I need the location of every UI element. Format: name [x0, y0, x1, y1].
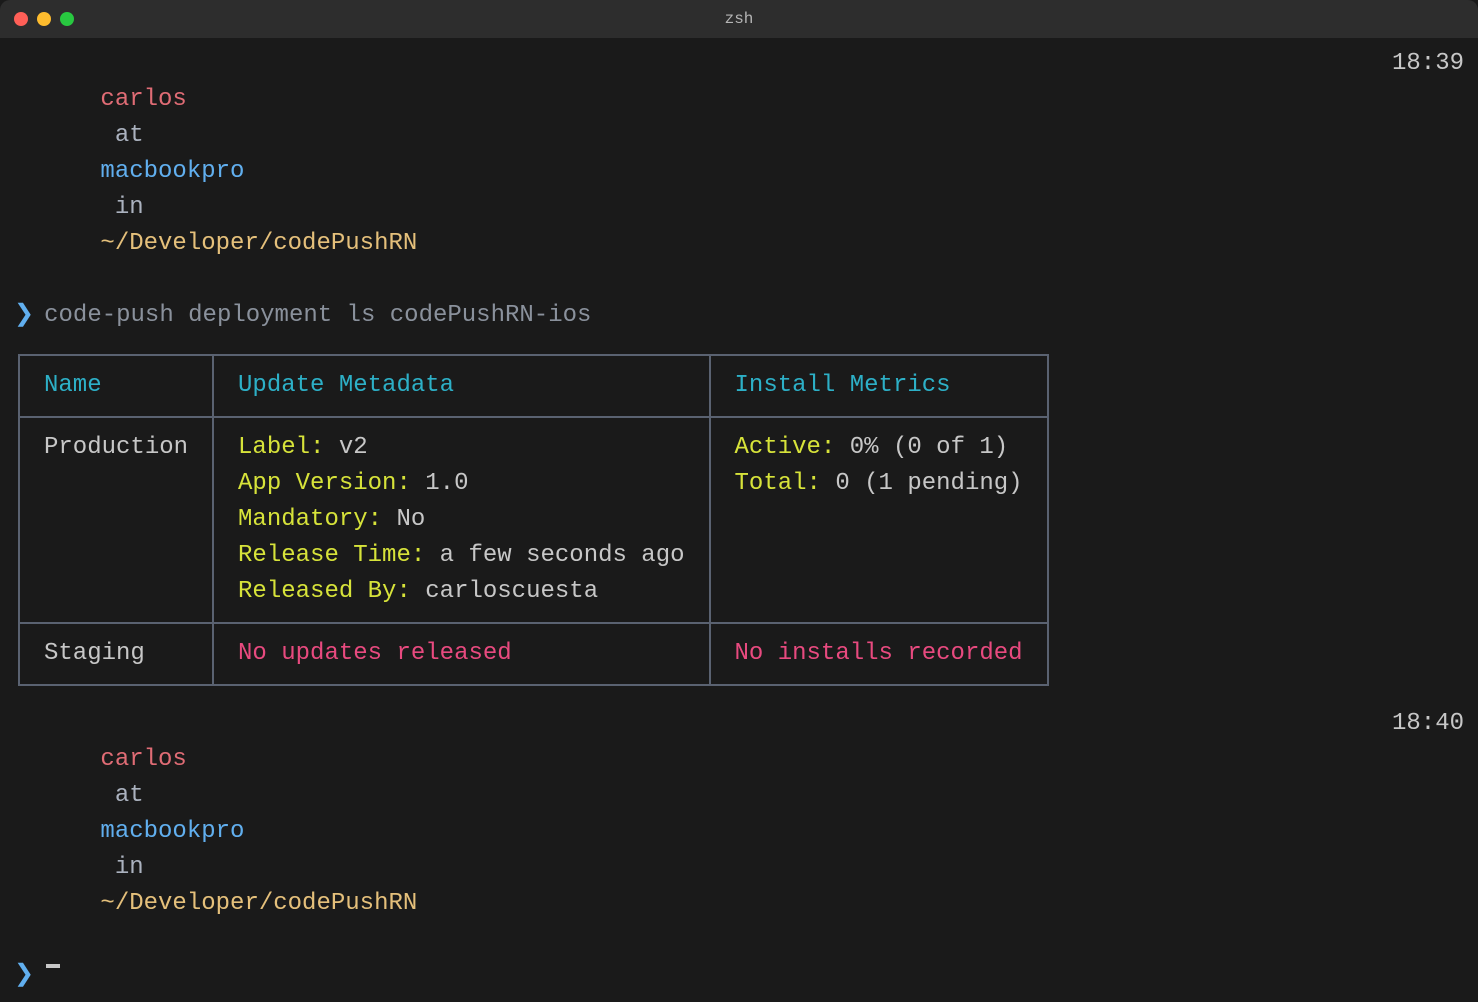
cell-name: Production [19, 417, 213, 623]
prompt-at: at [115, 782, 144, 809]
cell-name: Staging [19, 623, 213, 685]
prompt-path: ~/Developer/codePushRN [100, 890, 417, 917]
prompt-in: in [115, 854, 144, 881]
traffic-lights [14, 12, 74, 26]
prompt-host: macbookpro [100, 818, 244, 845]
prompt-host: macbookpro [100, 158, 244, 185]
prompt-line: carlos at macbookpro in ~/Developer/code… [14, 706, 1464, 958]
terminal-content[interactable]: carlos at macbookpro in ~/Developer/code… [0, 38, 1478, 1002]
prompt-user: carlos [100, 86, 186, 113]
metric-key: Active: [735, 434, 836, 461]
prompt-in: in [115, 194, 144, 221]
prompt-user: carlos [100, 746, 186, 773]
col-update-metadata: Update Metadata [213, 355, 709, 417]
command-text: code-push deployment ls codePushRN-ios [44, 298, 591, 334]
prompt-at: at [115, 122, 144, 149]
install-empty: No installs recorded [735, 640, 1023, 667]
window-titlebar: zsh [0, 0, 1478, 38]
metric-val: 0 (1 pending) [821, 470, 1023, 497]
minimize-icon[interactable] [37, 12, 51, 26]
meta-key: Release Time: [238, 542, 425, 569]
table-row: Staging No updates released No installs … [19, 623, 1048, 685]
metric-val: 0% (0 of 1) [835, 434, 1008, 461]
cursor-icon [46, 964, 60, 968]
table-row: Production Label: v2 App Version: 1.0 Ma… [19, 417, 1048, 623]
cell-update-metadata: Label: v2 App Version: 1.0 Mandatory: No… [213, 417, 709, 623]
command-line: ❯ code-push deployment ls codePushRN-ios [14, 298, 1464, 334]
update-empty: No updates released [238, 640, 512, 667]
meta-val: No [382, 506, 425, 533]
meta-val: carloscuesta [411, 578, 598, 605]
window-title: zsh [725, 10, 754, 28]
meta-val: v2 [324, 434, 367, 461]
prompt-arrow-icon: ❯ [14, 958, 34, 994]
table-header-row: Name Update Metadata Install Metrics [19, 355, 1048, 417]
meta-val: 1.0 [411, 470, 469, 497]
cell-install-metrics: Active: 0% (0 of 1) Total: 0 (1 pending) [710, 417, 1048, 623]
metric-key: Total: [735, 470, 821, 497]
prompt-time: 18:40 [1392, 706, 1464, 742]
prompt-arrow-icon: ❯ [14, 298, 34, 334]
meta-key: Label: [238, 434, 324, 461]
meta-key: App Version: [238, 470, 411, 497]
command-line[interactable]: ❯ [14, 958, 1464, 994]
cell-install-metrics: No installs recorded [710, 623, 1048, 685]
col-install-metrics: Install Metrics [710, 355, 1048, 417]
prompt-time: 18:39 [1392, 46, 1464, 82]
meta-val: a few seconds ago [425, 542, 684, 569]
deployment-table: Name Update Metadata Install Metrics Pro… [18, 354, 1049, 686]
cell-update-metadata: No updates released [213, 623, 709, 685]
col-name: Name [19, 355, 213, 417]
meta-key: Released By: [238, 578, 411, 605]
prompt-line: carlos at macbookpro in ~/Developer/code… [14, 46, 1464, 298]
meta-key: Mandatory: [238, 506, 382, 533]
maximize-icon[interactable] [60, 12, 74, 26]
prompt-path: ~/Developer/codePushRN [100, 230, 417, 257]
close-icon[interactable] [14, 12, 28, 26]
